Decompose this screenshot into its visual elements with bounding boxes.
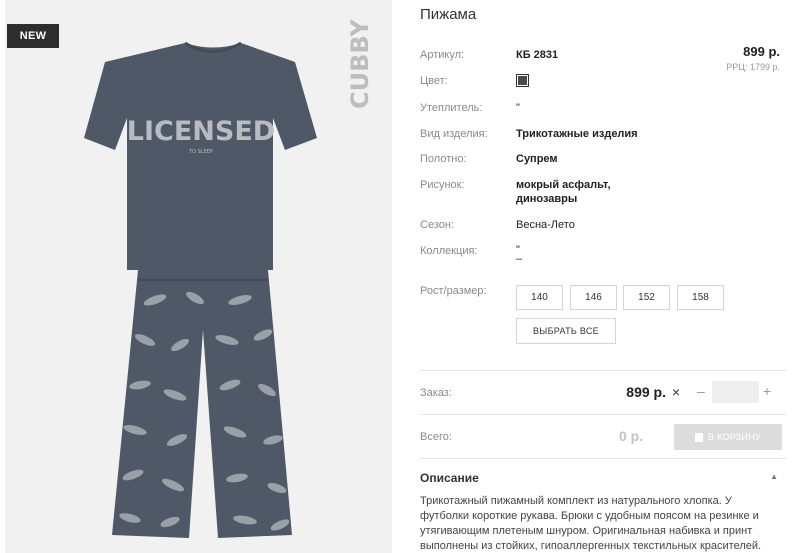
attr-label-article: Артикул:: [420, 49, 465, 61]
order-price: 899 р.: [626, 384, 666, 400]
attr-label-pattern: Рисунок:: [420, 179, 465, 191]
attr-value-article: КБ 2831: [516, 49, 559, 61]
color-swatch-fill: [518, 76, 527, 85]
size-button-140[interactable]: 140: [516, 285, 563, 310]
product-title: Пижама: [420, 6, 477, 23]
remove-icon[interactable]: ×: [672, 384, 680, 400]
bag-icon: [694, 432, 703, 442]
attr-label-collection: Коллекция:: [420, 245, 478, 257]
rrp-price: РРЦ: 1799 р.: [726, 62, 780, 72]
product-image[interactable]: NEW LICENSED TO SLEEP CUBBY: [5, 0, 392, 553]
total-label: Всего:: [420, 431, 452, 443]
product-price: 899 р.: [743, 44, 780, 59]
attr-label-type: Вид изделия:: [420, 128, 488, 140]
select-all-button[interactable]: ВЫБРАТЬ ВСЕ: [516, 318, 616, 344]
attr-value-collection-2: –: [516, 253, 523, 265]
divider: [420, 458, 786, 459]
attr-label-fabric: Полотно:: [420, 153, 467, 165]
collapse-caret-icon[interactable]: ▲: [770, 472, 778, 481]
description-text: Трикотажный пижамный комплект из натурал…: [420, 495, 762, 552]
divider: [420, 370, 786, 371]
brand-logo-text: CUBBY: [346, 19, 374, 109]
brand-logo: CUBBY: [346, 19, 374, 109]
attr-value-type: Трикотажные изделия: [516, 128, 638, 140]
attr-value-pattern: мокрый асфальт,: [516, 179, 611, 191]
pajama-illustration: LICENSED TO SLEEP: [84, 41, 317, 538]
divider: [420, 414, 786, 415]
print-subtext: TO SLEEP: [188, 149, 213, 155]
attr-value-fabric: Супрем: [516, 153, 558, 165]
qty-input[interactable]: [712, 381, 759, 403]
color-swatch[interactable]: [516, 74, 529, 87]
size-label: Рост/размер:: [420, 285, 487, 297]
size-button-146[interactable]: 146: [570, 285, 617, 310]
size-button-152[interactable]: 152: [623, 285, 670, 310]
size-button-158[interactable]: 158: [677, 285, 724, 310]
order-label: Заказ:: [420, 387, 452, 399]
print-text: LICENSED: [127, 116, 275, 147]
qty-plus-button[interactable]: +: [763, 383, 771, 399]
attr-value-season: Весна-Лето: [516, 219, 575, 231]
attr-value-insulation: ": [516, 102, 520, 114]
attr-label-season: Сезон:: [420, 219, 454, 231]
pants-shape: [112, 270, 292, 538]
add-to-cart-label: В КОРЗИНУ: [707, 432, 762, 442]
attr-value-pattern-2: динозавры: [516, 193, 578, 205]
add-to-cart-button[interactable]: В КОРЗИНУ: [674, 424, 782, 450]
product-details: Пижама 899 р. РРЦ: 1799 р. Артикул: КБ 2…: [420, 0, 786, 553]
tshirt-shape: [84, 43, 317, 270]
qty-minus-button[interactable]: –: [697, 383, 705, 399]
total-value: 0 р.: [619, 428, 644, 444]
description-heading[interactable]: Описание: [420, 471, 479, 485]
attr-label-insulation: Утеплитель:: [420, 102, 483, 114]
attr-label-color: Цвет:: [420, 75, 448, 87]
